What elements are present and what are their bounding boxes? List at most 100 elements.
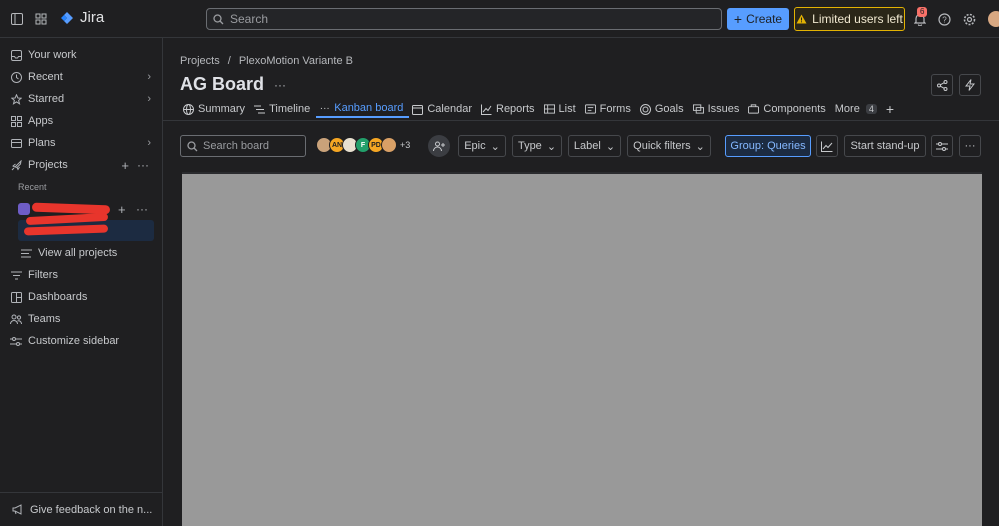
forms-icon <box>584 104 596 115</box>
sidebar-item-your-work[interactable]: Your work <box>10 46 155 64</box>
tab-forms[interactable]: Forms <box>582 100 637 118</box>
app-switcher-icon[interactable] <box>32 10 50 28</box>
tab-issues[interactable]: Issues <box>690 100 746 118</box>
type-label: Type <box>517 140 542 152</box>
jira-logo[interactable]: Jira <box>60 9 104 26</box>
page-title: AG Board <box>180 74 265 94</box>
view-all-projects-link[interactable]: View all projects <box>20 244 165 262</box>
timeline-icon <box>254 104 266 115</box>
tab-reports[interactable]: Reports <box>478 100 541 118</box>
customize-sliders-icon <box>10 335 22 347</box>
view-settings-button[interactable] <box>931 135 953 157</box>
create-button[interactable]: + Create <box>727 8 789 30</box>
tab-label: List <box>558 103 576 115</box>
sidebar-item-recent[interactable]: Recent › <box>10 68 155 86</box>
more-count-badge: 4 <box>865 104 877 114</box>
give-feedback-link[interactable]: Give feedback on the n... <box>0 492 163 526</box>
tab-components[interactable]: Components <box>745 100 831 118</box>
tab-label: Timeline <box>269 103 311 115</box>
more-avatars-count[interactable]: +3 <box>400 137 410 153</box>
project-tabs: Summary Timeline ··· Kanban board Calenda… <box>180 100 900 120</box>
add-person-icon <box>433 141 445 151</box>
sidebar-item-label: Projects <box>28 159 68 171</box>
tab-label: Goals <box>654 103 684 115</box>
assignee-avatars: AN F PD +3 <box>316 137 410 153</box>
add-plus-icon[interactable]: + <box>118 202 126 217</box>
tab-kanban-board[interactable]: ··· Kanban board <box>316 100 410 118</box>
tab-label: Issues <box>707 103 740 115</box>
limited-users-button[interactable]: Limited users left <box>794 7 905 31</box>
more-actions-button[interactable]: ··· <box>959 135 981 157</box>
lightning-icon <box>965 79 975 91</box>
chevron-down-icon: ⌄ <box>605 140 616 153</box>
breadcrumb-projects[interactable]: Projects <box>180 55 220 67</box>
tab-goals[interactable]: Goals <box>637 100 690 118</box>
add-project-plus-icon[interactable]: + <box>121 158 129 173</box>
sidebar-item-label: Plans <box>28 137 56 149</box>
star-icon <box>10 93 22 105</box>
tab-calendar[interactable]: Calendar <box>409 100 478 118</box>
components-icon <box>748 104 760 115</box>
sidebar-item-plans[interactable]: Plans › <box>10 134 155 152</box>
tab-label: Components <box>763 103 826 115</box>
notification-badge: 6 <box>917 7 928 17</box>
list-lines-icon <box>20 247 32 259</box>
chevron-down-icon: ⌄ <box>490 140 500 153</box>
sidebar-item-label: Teams <box>28 313 61 325</box>
user-avatar[interactable] <box>988 11 999 27</box>
share-button[interactable] <box>931 74 953 96</box>
type-filter-button[interactable]: Type ⌄ <box>512 135 562 157</box>
chevron-down-icon: ⌄ <box>695 140 705 153</box>
inbox-icon <box>10 49 22 61</box>
rocket-icon <box>10 159 22 171</box>
create-label: Create <box>746 12 783 26</box>
svg-text:?: ? <box>942 15 947 24</box>
settings-gear-icon[interactable] <box>960 10 978 28</box>
quick-filters-button[interactable]: Quick filters ⌄ <box>627 135 711 157</box>
more-options-icon[interactable]: ··· <box>136 202 148 216</box>
help-icon[interactable]: ? <box>935 10 953 28</box>
sidebar-item-filters[interactable]: Filters <box>10 266 155 284</box>
epic-filter-button[interactable]: Epic ⌄ <box>458 135 506 157</box>
add-people-button[interactable] <box>428 135 450 157</box>
breadcrumb-project-name[interactable]: PlexoMotion Variante B <box>239 55 353 67</box>
insights-button[interactable] <box>816 135 838 157</box>
automation-button[interactable] <box>959 74 981 96</box>
tab-summary[interactable]: Summary <box>180 100 251 118</box>
tab-label: Kanban board <box>334 102 404 114</box>
tab-timeline[interactable]: Timeline <box>251 100 316 118</box>
sidebar-toggle-icon[interactable] <box>8 10 26 28</box>
feedback-label: Give feedback on the n... <box>30 503 153 516</box>
sidebar-item-label: Dashboards <box>28 291 88 303</box>
search-board-input[interactable]: Search board <box>180 135 306 157</box>
sidebar-item-apps[interactable]: Apps <box>10 112 155 130</box>
add-tab-button[interactable]: + <box>883 100 900 118</box>
more-options-icon[interactable]: ··· <box>137 158 149 172</box>
issues-icon <box>692 104 704 115</box>
sidebar-item-starred[interactable]: Starred › <box>10 90 155 108</box>
sidebar-item-projects[interactable]: Projects + ··· <box>10 156 155 174</box>
kanban-board-area[interactable] <box>182 174 982 526</box>
plans-icon <box>10 137 22 149</box>
title-more-options-icon[interactable]: ··· <box>274 78 286 92</box>
sidebar-item-teams[interactable]: Teams <box>10 310 155 328</box>
project-logo-icon <box>18 203 30 215</box>
calendar-icon <box>412 104 424 115</box>
label-filter-button[interactable]: Label ⌄ <box>568 135 621 157</box>
page-title-row: AG Board ··· <box>180 74 286 95</box>
global-search-input[interactable]: Search <box>206 8 722 30</box>
teams-icon <box>10 313 22 325</box>
sidebar-item-label: Starred <box>28 93 65 105</box>
breadcrumb: Projects / PlexoMotion Variante B <box>180 55 353 67</box>
sidebar-item-label: Filters <box>28 269 58 281</box>
app-name: Jira <box>80 9 105 26</box>
tab-label: Summary <box>198 103 246 115</box>
tab-more[interactable]: More 4 <box>832 100 883 118</box>
sidebar-item-customize[interactable]: Customize sidebar <box>10 332 155 350</box>
avatar[interactable] <box>381 137 397 153</box>
start-standup-button[interactable]: Start stand-up <box>844 135 926 157</box>
group-by-button[interactable]: Group: Queries <box>725 135 811 157</box>
tab-list[interactable]: List <box>541 100 582 118</box>
search-placeholder: Search <box>230 12 269 26</box>
sidebar-item-dashboards[interactable]: Dashboards <box>10 288 155 306</box>
